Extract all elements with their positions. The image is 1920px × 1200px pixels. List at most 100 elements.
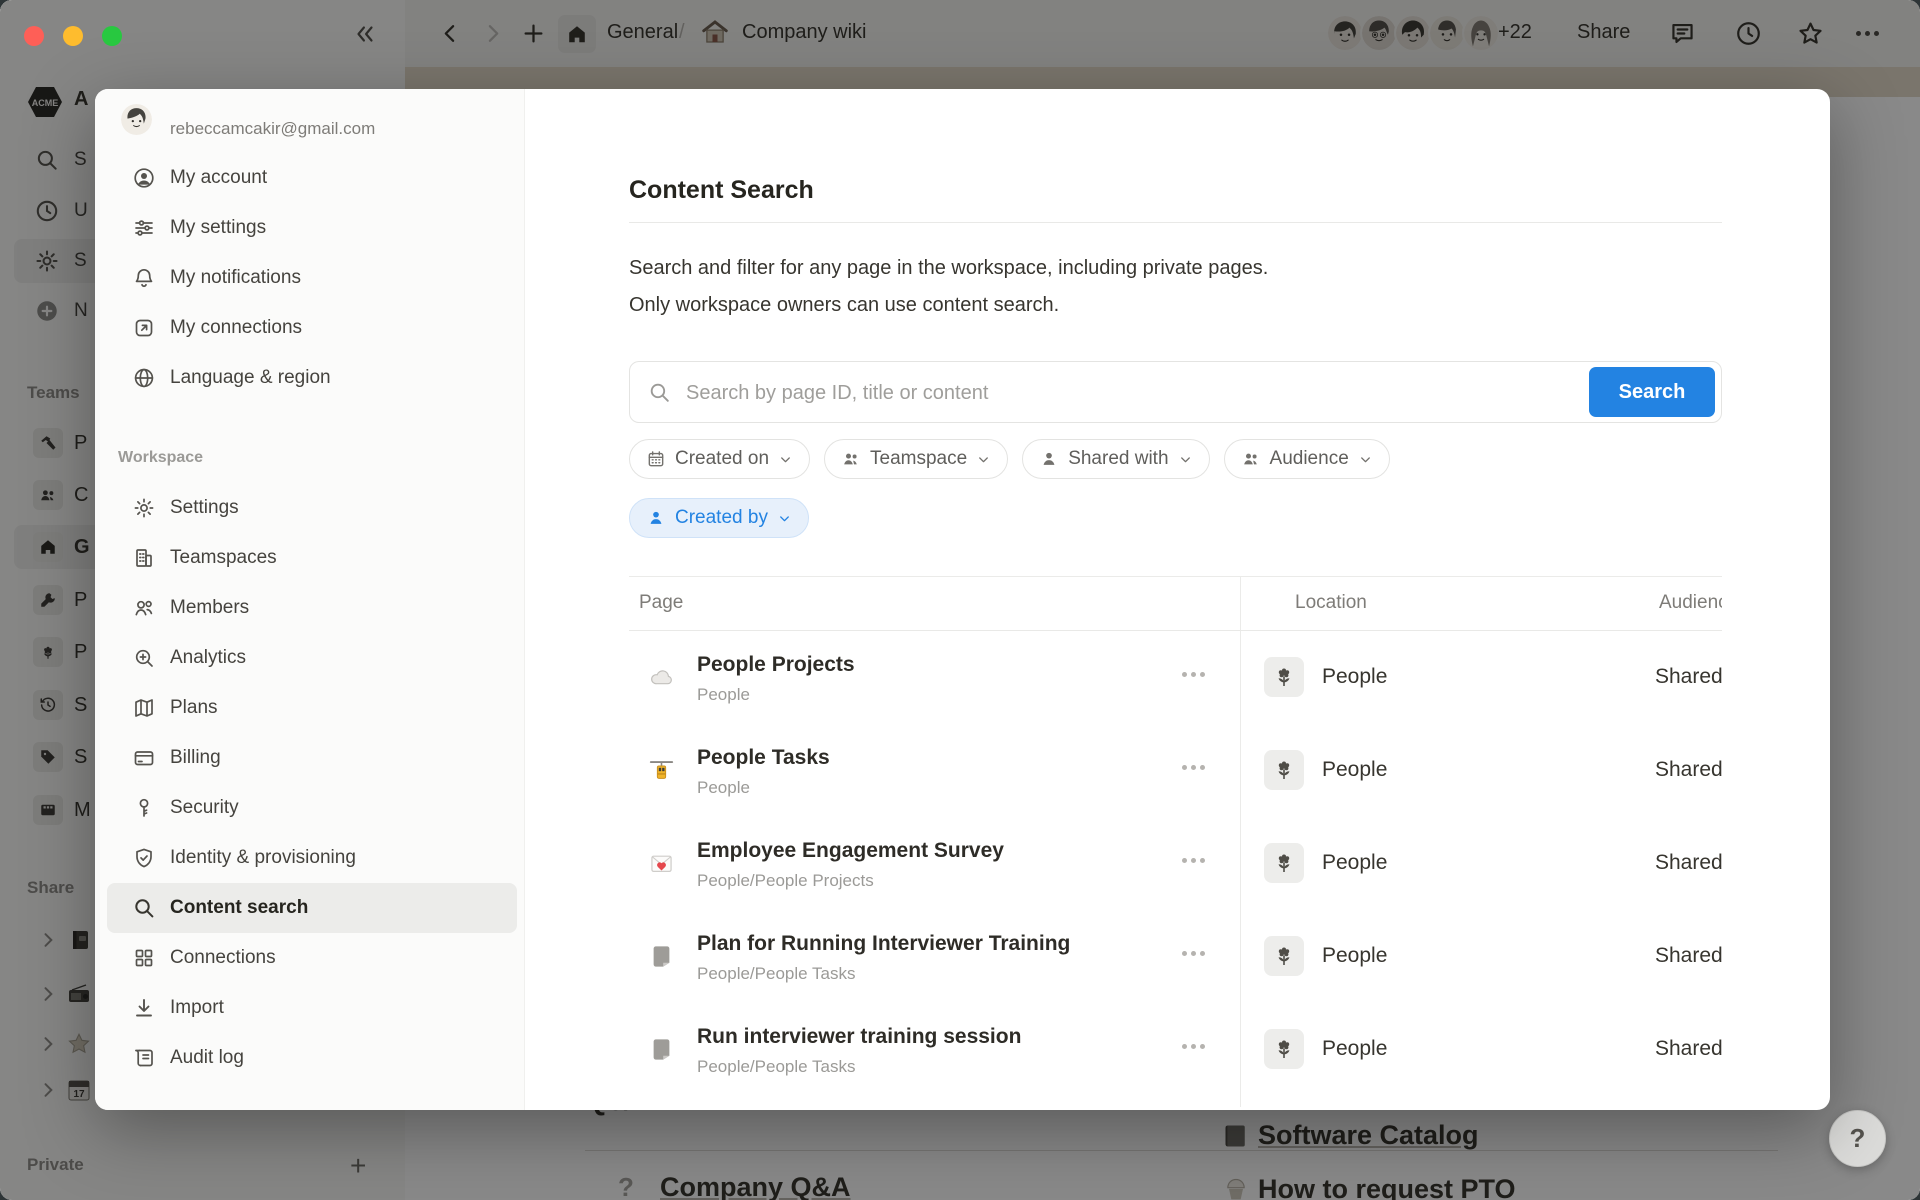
building-icon [132, 546, 156, 570]
settings-nav-my-settings[interactable]: My settings [107, 203, 517, 253]
row-title[interactable]: Plan for Running Interviewer Training [697, 932, 1070, 956]
settings-account-nav: My account My settings My notifications … [107, 153, 517, 403]
filter-chip-row: Created on Teamspace Shared with Audienc… [629, 439, 1390, 479]
screen: General / Company wiki +22 Sha [0, 0, 1920, 1200]
settings-nav-plans[interactable]: Plans [107, 683, 517, 733]
settings-nav-identity-provisioning[interactable]: Identity & provisioning [107, 833, 517, 883]
row-path: People/People Tasks [697, 1057, 855, 1077]
person-circle-icon [132, 166, 156, 190]
audit-log-icon [132, 1046, 156, 1070]
filter-teamspace[interactable]: Teamspace [824, 439, 1008, 479]
help-button[interactable]: ? [1829, 1110, 1886, 1167]
bell-icon [132, 266, 156, 290]
row-path: People/People Projects [697, 871, 874, 891]
gear-icon [132, 496, 156, 520]
row-title[interactable]: People Projects [697, 653, 855, 677]
settings-nav-teamspaces[interactable]: Teamspaces [107, 533, 517, 583]
settings-nav-security[interactable]: Security [107, 783, 517, 833]
close-window-button[interactable] [24, 26, 44, 46]
workspace-section-label: Workspace [118, 449, 203, 467]
settings-nav-label: Analytics [170, 647, 246, 669]
settings-nav-label: My notifications [170, 267, 301, 289]
row-title[interactable]: Employee Engagement Survey [697, 839, 1004, 863]
external-link-icon [132, 316, 156, 340]
row-location: People [1322, 944, 1387, 968]
settings-nav-label: Teamspaces [170, 547, 277, 569]
page-icon [648, 1036, 675, 1063]
table-row[interactable]: Plan for Running Interviewer Training Pe… [629, 910, 1722, 1003]
row-location: People [1322, 851, 1387, 875]
row-more-icon[interactable] [1182, 1044, 1205, 1049]
key-icon [132, 796, 156, 820]
settings-nav-label: Language & region [170, 367, 331, 389]
settings-nav-my-connections[interactable]: My connections [107, 303, 517, 353]
flower-teamspace-icon [1264, 843, 1304, 883]
chevron-down-icon [1358, 452, 1373, 467]
settings-nav-settings[interactable]: Settings [107, 483, 517, 533]
settings-nav-label: Identity & provisioning [170, 847, 356, 869]
column-header-audience: Audience [1659, 592, 1722, 614]
search-input[interactable] [684, 362, 1568, 424]
person-icon [1039, 449, 1059, 469]
settings-nav-label: Security [170, 797, 239, 819]
credit-card-icon [132, 746, 156, 770]
settings-nav-label: Connections [170, 947, 276, 969]
minimize-window-button[interactable] [63, 26, 83, 46]
table-row[interactable]: Employee Engagement Survey People/People… [629, 817, 1722, 910]
filter-audience[interactable]: Audience [1224, 439, 1390, 479]
filter-label: Created on [675, 448, 769, 470]
chevron-down-icon [1178, 452, 1193, 467]
window-controls [24, 26, 122, 46]
row-path: People [697, 778, 750, 798]
table-row[interactable]: Run interviewer training session People/… [629, 1003, 1722, 1096]
tramway-icon [648, 757, 675, 784]
magnifier-icon [132, 896, 156, 920]
zoom-window-button[interactable] [102, 26, 122, 46]
settings-nav-my-notifications[interactable]: My notifications [107, 253, 517, 303]
filter-created-by[interactable]: Created by [629, 498, 809, 538]
row-more-icon[interactable] [1182, 951, 1205, 956]
filter-label: Shared with [1068, 448, 1168, 470]
page-title: Content Search [629, 176, 814, 205]
row-location: People [1322, 665, 1387, 689]
chevron-down-icon [778, 452, 793, 467]
person-icon [646, 508, 666, 528]
row-title[interactable]: People Tasks [697, 746, 830, 770]
settings-nav-label: Import [170, 997, 224, 1019]
settings-nav-label: My connections [170, 317, 302, 339]
description-line-2: Only workspace owners can use content se… [629, 292, 1059, 319]
flower-teamspace-icon [1264, 750, 1304, 790]
flower-teamspace-icon [1264, 657, 1304, 697]
row-title[interactable]: Run interviewer training session [697, 1025, 1021, 1049]
page-icon [648, 943, 675, 970]
flower-teamspace-icon [1264, 1029, 1304, 1069]
settings-nav-label: Audit log [170, 1047, 244, 1069]
sliders-icon [132, 216, 156, 240]
settings-nav-members[interactable]: Members [107, 583, 517, 633]
table-row[interactable]: People Projects People People Shared [629, 631, 1722, 724]
settings-nav-label: Content search [170, 897, 308, 919]
settings-nav-content-search[interactable]: Content search [107, 883, 517, 933]
settings-nav-audit-log[interactable]: Audit log [107, 1033, 517, 1083]
row-more-icon[interactable] [1182, 858, 1205, 863]
settings-nav-connections[interactable]: Connections [107, 933, 517, 983]
settings-nav-billing[interactable]: Billing [107, 733, 517, 783]
chevron-down-icon [976, 452, 991, 467]
account-email: rebeccamcakir@gmail.com [170, 119, 375, 139]
table-row[interactable]: People Tasks People People Shared [629, 724, 1722, 817]
map-icon [132, 696, 156, 720]
filter-created-on[interactable]: Created on [629, 439, 810, 479]
love-letter-icon [648, 850, 675, 877]
row-more-icon[interactable] [1182, 672, 1205, 677]
filter-label: Teamspace [870, 448, 967, 470]
filter-shared-with[interactable]: Shared with [1022, 439, 1209, 479]
settings-nav-import[interactable]: Import [107, 983, 517, 1033]
row-path: People/People Tasks [697, 964, 855, 984]
settings-nav-label: Members [170, 597, 249, 619]
settings-nav-label: My settings [170, 217, 266, 239]
settings-nav-my-account[interactable]: My account [107, 153, 517, 203]
search-button[interactable]: Search [1589, 367, 1715, 417]
settings-nav-analytics[interactable]: Analytics [107, 633, 517, 683]
row-more-icon[interactable] [1182, 765, 1205, 770]
settings-nav-language-region[interactable]: Language & region [107, 353, 517, 403]
